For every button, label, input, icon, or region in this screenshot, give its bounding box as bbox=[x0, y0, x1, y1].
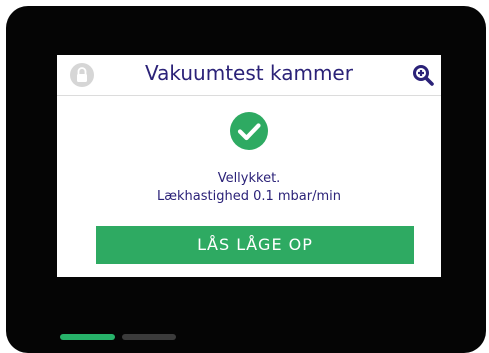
page-title: Vakuumtest kammer bbox=[145, 61, 353, 85]
checkmark-circle-icon bbox=[230, 112, 268, 150]
unlock-door-button[interactable]: LÅS LÅGE OP bbox=[96, 226, 414, 264]
lock-icon[interactable] bbox=[69, 62, 95, 88]
page-indicator-active bbox=[60, 334, 115, 340]
touch-screen: Vakuumtest kammer Vellykket. Lækhastighe… bbox=[57, 55, 441, 277]
status-message: Vellykket. bbox=[217, 171, 281, 186]
header-divider bbox=[57, 95, 441, 96]
page-indicator-inactive bbox=[122, 334, 176, 340]
zoom-in-icon[interactable] bbox=[411, 63, 435, 87]
header-bar: Vakuumtest kammer bbox=[57, 55, 441, 95]
leak-rate-readout: Lækhastighed 0.1 mbar/min bbox=[156, 189, 342, 204]
